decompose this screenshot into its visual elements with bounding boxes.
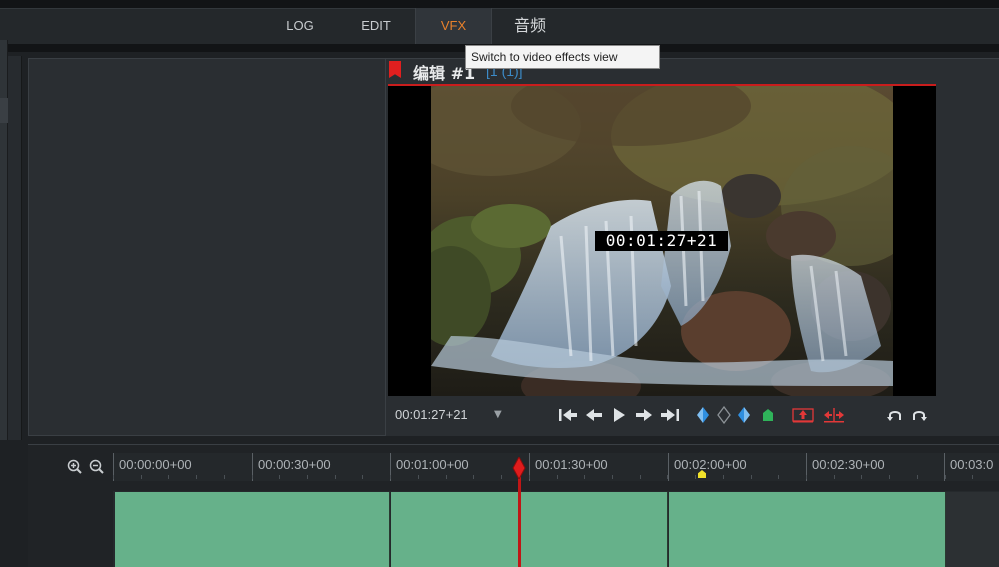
ruler-minor-tick xyxy=(113,475,114,479)
ruler-minor-tick xyxy=(446,475,447,479)
ruler-minor-tick xyxy=(640,475,641,479)
tab-audio[interactable]: 音频 xyxy=(498,8,562,44)
ruler-minor-tick xyxy=(751,475,752,479)
green-marker-icon[interactable] xyxy=(760,405,776,425)
step-forward-icon[interactable] xyxy=(634,405,654,425)
ruler-minor-tick xyxy=(945,475,946,479)
ruler-tick xyxy=(668,453,669,481)
redo-icon[interactable] xyxy=(910,405,928,425)
ruler-minor-tick xyxy=(279,475,280,479)
step-back-icon[interactable] xyxy=(584,405,604,425)
ruler-label: 00:01:30+00 xyxy=(535,457,608,472)
left-panel-tab[interactable] xyxy=(0,98,8,123)
ruler-minor-tick xyxy=(418,475,419,479)
zoom-in-icon[interactable] xyxy=(67,459,82,474)
ruler-minor-tick xyxy=(196,475,197,479)
go-to-start-icon[interactable] xyxy=(557,405,579,425)
ruler-minor-tick xyxy=(889,475,890,479)
playhead-line[interactable] xyxy=(518,470,521,567)
ruler-minor-tick xyxy=(335,475,336,479)
ruler-minor-tick xyxy=(141,475,142,479)
ruler-label: 00:03:0 xyxy=(950,457,994,472)
ruler-minor-tick xyxy=(557,475,558,479)
timeline-clip[interactable] xyxy=(391,492,668,567)
ruler-minor-tick xyxy=(861,475,862,479)
timecode-overlay: 00:01:27+21 xyxy=(595,231,728,251)
ruler-minor-tick xyxy=(972,475,973,479)
app-window: LOG EDIT VFX 音频 Switch to video effects … xyxy=(0,0,999,567)
tab-log[interactable]: LOG xyxy=(270,8,330,44)
ruler-label: 00:00:00+00 xyxy=(119,457,192,472)
ruler-minor-tick xyxy=(584,475,585,479)
ruler-minor-tick xyxy=(473,475,474,479)
ruler-minor-tick xyxy=(612,475,613,479)
ruler-minor-tick xyxy=(390,475,391,479)
add-marker-icon[interactable] xyxy=(716,405,732,425)
tab-vfx[interactable]: VFX xyxy=(415,8,492,44)
ruler-minor-tick xyxy=(168,475,169,479)
undo-icon[interactable] xyxy=(886,405,904,425)
ruler-minor-tick xyxy=(695,475,696,479)
play-icon[interactable] xyxy=(610,405,628,425)
ruler-label: 00:02:30+00 xyxy=(812,457,885,472)
track-empty-area[interactable] xyxy=(946,492,999,567)
mark-out-icon[interactable] xyxy=(736,405,752,425)
ruler-minor-tick xyxy=(667,475,668,479)
tab-edit[interactable]: EDIT xyxy=(345,8,407,44)
ruler-minor-tick xyxy=(252,475,253,479)
ruler-minor-tick xyxy=(307,475,308,479)
timecode-dropdown-icon[interactable]: ▼ xyxy=(494,409,502,420)
ruler-minor-tick xyxy=(723,475,724,479)
timeline-clip[interactable] xyxy=(115,492,390,567)
ruler-minor-tick xyxy=(834,475,835,479)
tooltip: Switch to video effects view xyxy=(465,45,660,69)
ruler-minor-tick xyxy=(362,475,363,479)
playhead-handle-icon[interactable] xyxy=(512,457,526,479)
ruler-minor-tick xyxy=(224,475,225,479)
go-to-end-icon[interactable] xyxy=(659,405,681,425)
timecode-readout[interactable]: 00:01:27+21 xyxy=(395,407,468,422)
mark-in-icon[interactable] xyxy=(695,405,711,425)
extract-icon[interactable] xyxy=(822,405,846,425)
ruler-label: 00:02:00+00 xyxy=(674,457,747,472)
ruler-minor-tick xyxy=(778,475,779,479)
zoom-out-icon[interactable] xyxy=(89,459,104,474)
lift-icon[interactable] xyxy=(791,405,815,425)
ruler-minor-tick xyxy=(529,475,530,479)
ruler-minor-tick xyxy=(917,475,918,479)
ruler-minor-tick xyxy=(806,475,807,479)
ruler-label: 00:01:00+00 xyxy=(396,457,469,472)
ruler-minor-tick xyxy=(501,475,502,479)
timeline-clip[interactable] xyxy=(669,492,946,567)
ruler-label: 00:00:30+00 xyxy=(258,457,331,472)
media-panel xyxy=(28,58,386,436)
